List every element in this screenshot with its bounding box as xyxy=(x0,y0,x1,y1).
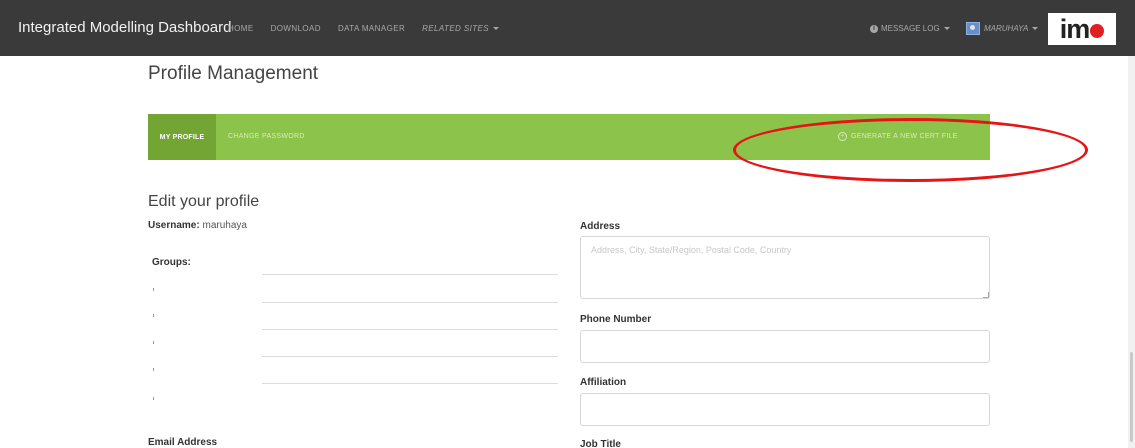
nav-related-sites-label: RELATED SITES xyxy=(422,24,489,33)
group-row xyxy=(262,274,558,275)
message-log-dropdown[interactable]: i MESSAGE LOG xyxy=(870,24,950,33)
group-item-marker xyxy=(153,397,154,400)
job-title-label: Job Title xyxy=(580,439,621,448)
phone-label: Phone Number xyxy=(580,314,652,325)
nav-download-link[interactable]: DOWNLOAD xyxy=(271,24,321,33)
username-line: Username: maruhaya xyxy=(148,220,247,231)
plus-circle-icon: + xyxy=(838,132,847,141)
page-title: Profile Management xyxy=(148,63,319,84)
group-item-marker xyxy=(153,341,154,344)
imo-logo[interactable]: im xyxy=(1048,13,1116,45)
logo-text: im xyxy=(1059,13,1090,44)
section-title: Edit your profile xyxy=(148,193,260,210)
nav-home-link[interactable]: HOME xyxy=(228,24,254,33)
user-avatar-icon xyxy=(966,22,980,35)
address-label: Address xyxy=(580,221,621,232)
top-navbar: Integrated Modelling Dashboard HOME DOWN… xyxy=(0,0,1135,56)
generate-cert-label: GENERATE A NEW CERT FILE xyxy=(851,133,958,140)
nav-data-manager-link[interactable]: DATA MANAGER xyxy=(338,24,405,33)
chevron-down-icon xyxy=(943,27,950,30)
page: Integrated Modelling Dashboard HOME DOWN… xyxy=(0,0,1135,448)
profile-tab-bar: MY PROFILE CHANGE PASSWORD + GENERATE A … xyxy=(148,114,990,160)
chevron-down-icon xyxy=(1032,27,1039,30)
generate-cert-button[interactable]: + GENERATE A NEW CERT FILE xyxy=(838,132,958,141)
group-item-marker xyxy=(153,288,154,291)
group-row xyxy=(262,329,558,330)
group-item-marker xyxy=(153,368,154,371)
logo-dot-icon xyxy=(1090,23,1105,38)
user-name-label: MARUHAYA xyxy=(984,24,1029,33)
nav-related-sites-dropdown[interactable]: RELATED SITES xyxy=(422,24,499,33)
message-log-label: MESSAGE LOG xyxy=(881,24,940,33)
affiliation-label: Affiliation xyxy=(580,377,627,388)
brand-title[interactable]: Integrated Modelling Dashboard xyxy=(18,19,231,36)
tab-my-profile[interactable]: MY PROFILE xyxy=(148,114,216,160)
group-row xyxy=(262,302,558,303)
address-textarea[interactable] xyxy=(580,236,990,299)
affiliation-input[interactable] xyxy=(580,393,990,426)
chevron-down-icon xyxy=(492,27,499,31)
tab-change-password[interactable]: CHANGE PASSWORD xyxy=(228,133,305,140)
user-menu-dropdown[interactable]: MARUHAYA xyxy=(966,22,1039,35)
group-row xyxy=(262,383,558,384)
nav-links: HOME DOWNLOAD DATA MANAGER RELATED SITES xyxy=(228,24,499,33)
group-row xyxy=(262,356,558,357)
info-circle-icon: i xyxy=(870,24,878,33)
username-label: Username: xyxy=(148,220,200,231)
groups-label: Groups: xyxy=(152,257,191,268)
scrollbar-thumb[interactable] xyxy=(1130,352,1133,442)
username-value: maruhaya xyxy=(202,220,247,231)
group-item-marker xyxy=(153,314,154,317)
email-label: Email Address xyxy=(148,437,218,448)
phone-input[interactable] xyxy=(580,330,990,363)
textarea-resize-handle[interactable] xyxy=(983,292,989,298)
